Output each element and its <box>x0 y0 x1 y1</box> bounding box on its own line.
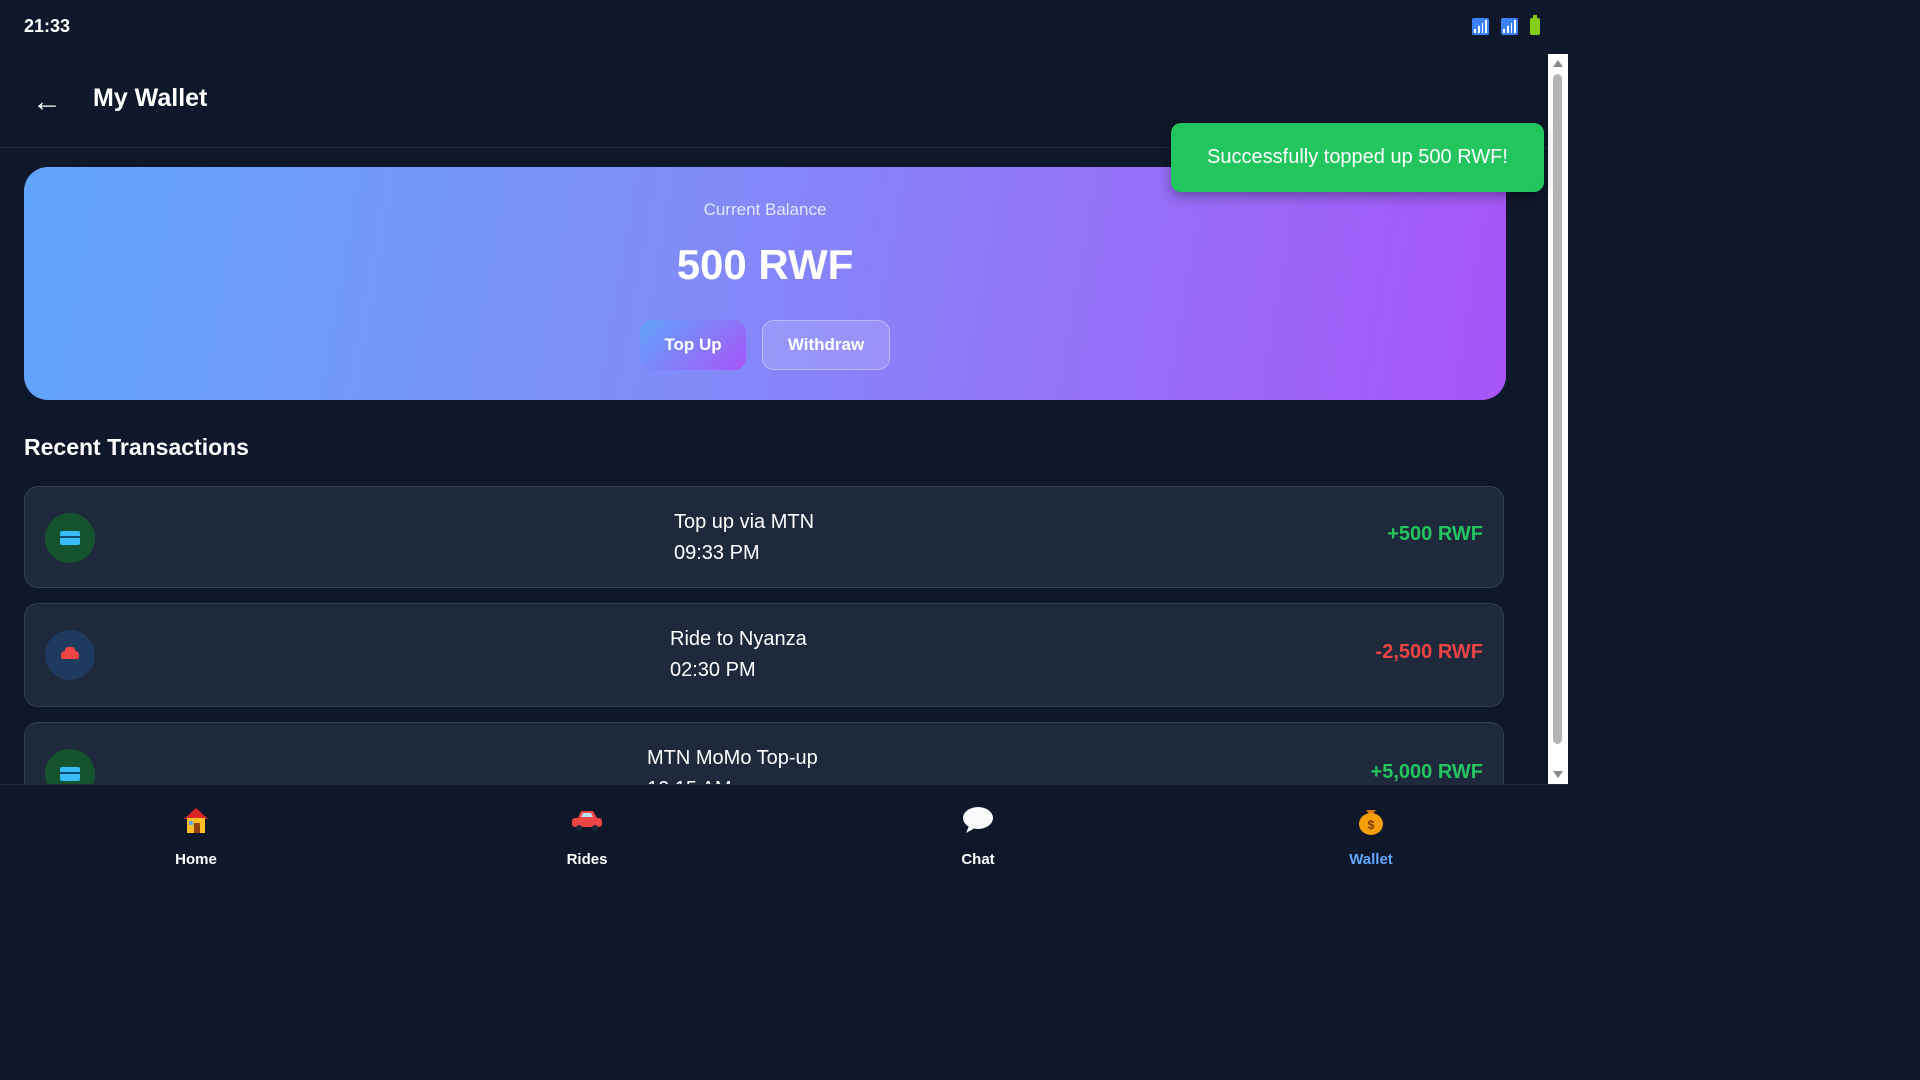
status-time: 21:33 <box>24 16 71 36</box>
transaction-time: 02:30 PM <box>670 659 756 681</box>
nav-item-rides[interactable]: Rides <box>487 785 687 883</box>
balance-amount: 500 RWF <box>676 241 854 288</box>
nav-item-home[interactable]: Home <box>96 785 296 883</box>
transaction-info: Top up via MTN 09:33 PM <box>674 507 814 569</box>
house-icon <box>96 803 296 837</box>
scroll-down-arrow-icon[interactable] <box>1553 771 1563 778</box>
transaction-info: Ride to Nyanza 02:30 PM <box>670 624 807 686</box>
status-bar: 21:33 <box>0 0 1568 54</box>
scrollbar-thumb[interactable] <box>1553 74 1562 744</box>
nav-item-chat[interactable]: Chat <box>878 785 1078 883</box>
balance-label: Current Balance <box>703 200 827 219</box>
nav-label: Chat <box>961 851 995 868</box>
nav-label: Rides <box>566 851 608 868</box>
signal-icon <box>1472 18 1489 35</box>
transaction-row[interactable]: Top up via MTN 09:33 PM +500 RWF <box>24 486 1504 588</box>
transaction-title: Top up via MTN <box>674 511 815 533</box>
bottom-nav: Home Rides Chat $ Wallet <box>0 784 1568 883</box>
transaction-amount: +5,000 RWF <box>1370 761 1483 783</box>
nav-item-wallet[interactable]: $ Wallet <box>1271 785 1471 883</box>
back-arrow-icon[interactable]: ← <box>32 82 62 122</box>
nav-label: Home <box>175 851 217 868</box>
section-title-recent-transactions: Recent Transactions <box>24 434 249 460</box>
speech-bubble-icon <box>878 803 1078 837</box>
status-icons <box>1472 15 1540 35</box>
transaction-info: MTN MoMo Top-up 10:15 AM <box>647 743 818 784</box>
signal-icon <box>1501 18 1518 35</box>
transaction-time: 10:15 AM <box>647 774 818 784</box>
scrollbar[interactable] <box>1548 54 1568 784</box>
wallet-content[interactable]: Current Balance 500 RWF Top Up Withdraw … <box>0 148 1530 784</box>
transaction-row[interactable]: MTN MoMo Top-up 10:15 AM +5,000 RWF <box>24 722 1504 784</box>
transaction-row[interactable]: Ride to Nyanza 02:30 PM -2,500 RWF <box>24 603 1504 707</box>
transaction-amount: +500 RWF <box>1387 523 1483 545</box>
top-up-button[interactable]: Top Up <box>640 320 746 370</box>
transaction-title: Ride to Nyanza <box>670 628 807 650</box>
nav-label: Wallet <box>1349 851 1393 868</box>
battery-icon <box>1530 15 1540 35</box>
car-icon <box>45 630 95 680</box>
money-bag-icon: $ <box>1271 803 1471 837</box>
car-icon <box>487 803 687 837</box>
withdraw-button[interactable]: Withdraw <box>762 320 890 370</box>
balance-card: Current Balance 500 RWF Top Up Withdraw <box>24 167 1506 400</box>
page-title: My Wallet <box>93 84 208 112</box>
transaction-amount: -2,500 RWF <box>1375 641 1483 663</box>
credit-card-icon <box>45 513 95 563</box>
transaction-time: 09:33 PM <box>674 542 760 564</box>
transaction-title: MTN MoMo Top-up <box>647 747 818 769</box>
success-toast: Successfully topped up 500 RWF! <box>1171 123 1544 192</box>
credit-card-icon <box>45 749 95 784</box>
svg-text:$: $ <box>1368 818 1375 832</box>
scroll-up-arrow-icon[interactable] <box>1553 60 1563 67</box>
